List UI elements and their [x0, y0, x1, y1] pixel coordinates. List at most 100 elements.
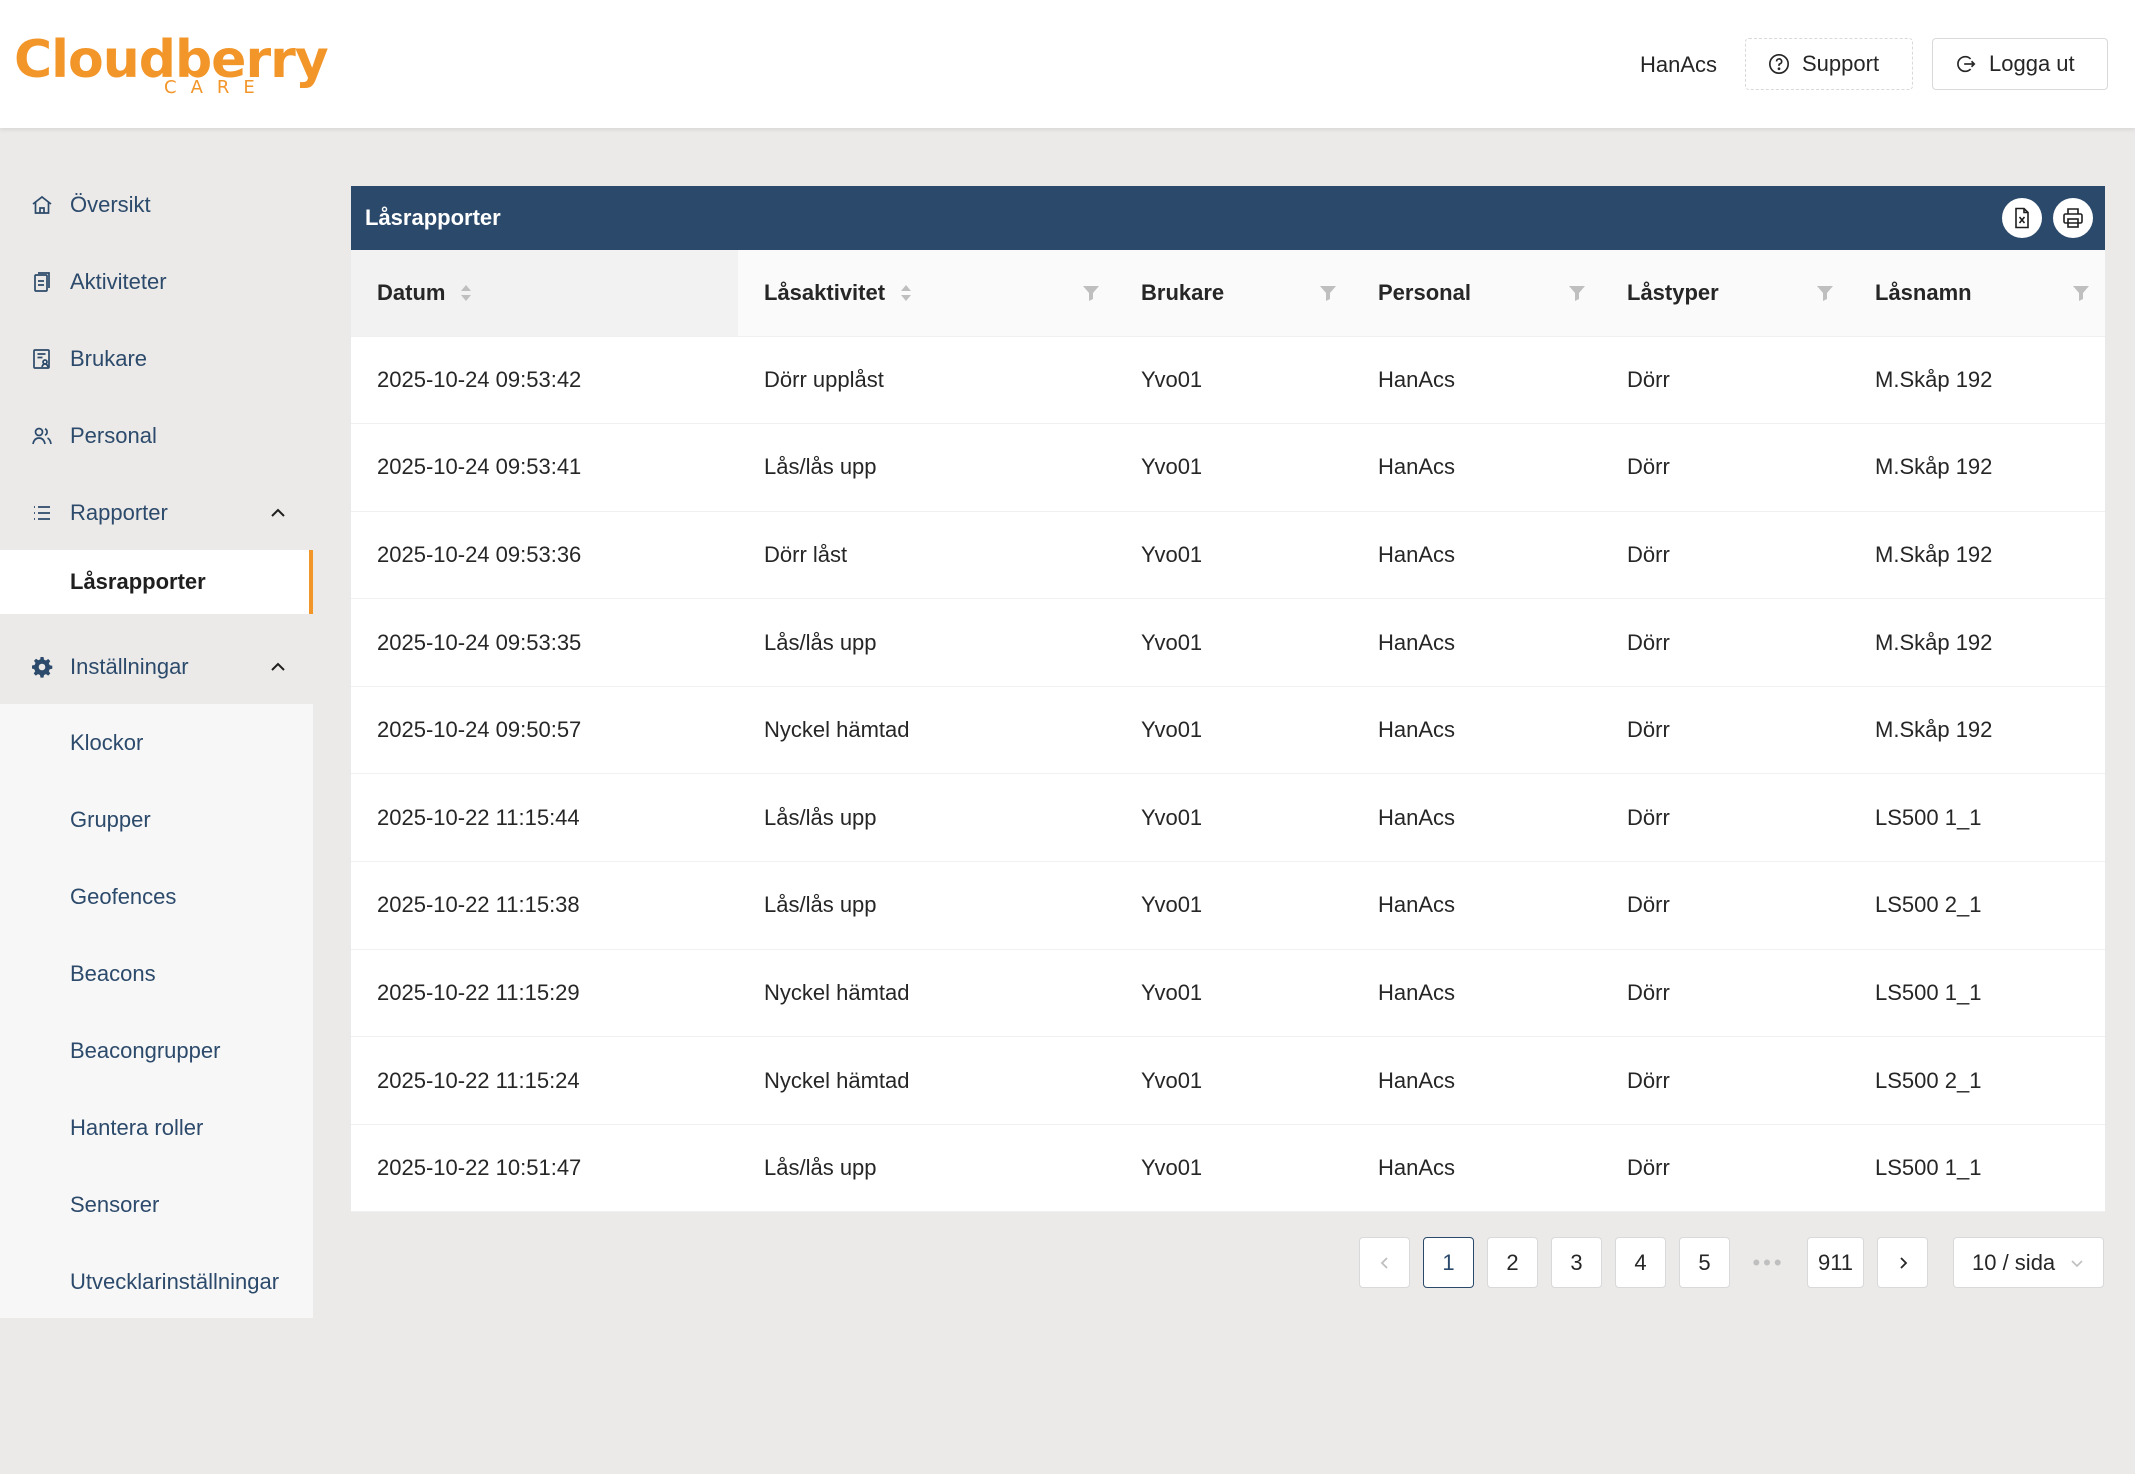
lasnamn-cell: M.Skåp 192	[1849, 686, 2105, 775]
lastyper-cell: Dörr	[1601, 861, 1849, 950]
table-row[interactable]: 2025-10-22 11:15:38 Lås/lås upp Yvo01 HanAc…	[351, 861, 2105, 950]
brukare-cell: Yvo01	[1115, 861, 1352, 950]
datum-cell: 2025-10-22 10:51:47	[351, 1124, 738, 1213]
column-header-personal[interactable]: Personal	[1352, 250, 1601, 337]
sidebar-item-oversikt[interactable]: Översikt	[0, 173, 313, 237]
personal-cell: HanAcs	[1352, 1036, 1601, 1125]
sidebar-item-aktiviteter[interactable]: Aktiviteter	[0, 250, 313, 314]
lasnamn-cell: LS500 2_1	[1849, 861, 2105, 950]
sidebar-item-label: Inställningar	[70, 654, 189, 679]
sidebar-item-label: Personal	[70, 423, 157, 448]
table-row[interactable]: 2025-10-24 09:53:42 Dörr upplåst Yvo01 HanA…	[351, 336, 2105, 425]
sidebar-item-sensorer[interactable]: Sensorer	[0, 1173, 313, 1237]
sidebar-item-label: Aktiviteter	[70, 269, 167, 294]
cloudberry-logo[interactable]: Cloudberry CARE	[14, 30, 329, 100]
lasnamn-cell: LS500 1_1	[1849, 949, 2105, 1038]
sidebar-item-geofences[interactable]: Geofences	[0, 865, 313, 929]
sidebar-item-klockor[interactable]: Klockor	[0, 711, 313, 775]
sidebar-item-label: Rapporter	[70, 500, 168, 525]
page-5-button[interactable]: 5	[1679, 1237, 1730, 1288]
sidebar-subitem-label: Klockor	[70, 730, 144, 755]
filter-icon[interactable]	[1081, 283, 1101, 303]
page-size-select[interactable]: 10 / sida	[1953, 1237, 2104, 1288]
column-header-lasnamn[interactable]: Låsnamn	[1849, 250, 2105, 337]
logout-button[interactable]: Logga ut	[1932, 38, 2108, 90]
sort-icon[interactable]	[899, 282, 913, 304]
table-row[interactable]: 2025-10-24 09:50:57 Nyckel hämtad Yvo01 Han…	[351, 686, 2105, 775]
datum-cell: 2025-10-22 11:15:44	[351, 773, 738, 863]
filter-icon[interactable]	[1318, 283, 1338, 303]
brukare-cell: Yvo01	[1115, 423, 1352, 512]
table-row[interactable]: 2025-10-24 09:53:36 Dörr låst Yvo01 HanAcs D…	[351, 511, 2105, 600]
last-page-button[interactable]: 911	[1807, 1237, 1864, 1288]
page-size-value: 10 / sida	[1972, 1249, 2056, 1275]
datum-cell: 2025-10-24 09:53:35	[351, 598, 738, 687]
datum-cell: 2025-10-24 09:50:57	[351, 686, 738, 775]
datum-cell: 2025-10-22 11:15:29	[351, 949, 738, 1038]
personal-cell: HanAcs	[1352, 511, 1601, 600]
home-icon	[32, 195, 52, 214]
page-3-button[interactable]: 3	[1551, 1237, 1602, 1288]
lasaktivitet-cell: Lås/lås upp	[738, 598, 1115, 687]
sidebar-item-personal[interactable]: Personal	[0, 404, 313, 468]
personal-cell: HanAcs	[1352, 861, 1601, 950]
sidebar-item-lasrapporter[interactable]: Låsrapporter	[0, 550, 313, 614]
column-header-lastyper[interactable]: Låstyper	[1601, 250, 1849, 337]
lock-reports-panel: Låsrapporter Datum Låsaktivitet Brukare …	[351, 186, 2105, 1213]
user-card-icon	[33, 349, 50, 369]
lasnamn-cell: M.Skåp 192	[1849, 511, 2105, 600]
lastyper-cell: Dörr	[1601, 336, 1849, 425]
chevron-up-icon[interactable]	[268, 503, 288, 523]
table-row[interactable]: 2025-10-24 09:53:35 Lås/lås upp Yvo01 HanAc…	[351, 598, 2105, 687]
support-button[interactable]: Support	[1745, 38, 1913, 90]
table-row[interactable]: 2025-10-22 11:15:44 Lås/lås upp Yvo01 HanAc…	[351, 773, 2105, 863]
table-row[interactable]: 2025-10-24 09:53:41 Lås/lås upp Yvo01 HanAc…	[351, 423, 2105, 512]
printer-icon	[2063, 208, 2083, 228]
sidebar-subitem-label: Sensorer	[70, 1192, 160, 1217]
support-label: Support	[1802, 51, 1880, 76]
brukare-cell: Yvo01	[1115, 1124, 1352, 1213]
column-label: Personal	[1378, 279, 1471, 305]
filter-icon[interactable]	[1815, 283, 1835, 303]
lasaktivitet-cell: Nyckel hämtad	[738, 686, 1115, 775]
sidebar-item-grupper[interactable]: Grupper	[0, 788, 313, 852]
column-label: Låsnamn	[1875, 279, 1972, 305]
previous-page-button[interactable]	[1359, 1237, 1410, 1288]
sidebar-item-label: Brukare	[70, 346, 148, 371]
filter-icon[interactable]	[1567, 283, 1587, 303]
table-row[interactable]: 2025-10-22 11:15:24 Nyckel hämtad Yvo01 Han…	[351, 1036, 2105, 1125]
personal-cell: HanAcs	[1352, 423, 1601, 512]
page-4-button[interactable]: 4	[1615, 1237, 1666, 1288]
personal-cell: HanAcs	[1352, 773, 1601, 863]
pagination: 1 2 3 4 5 ••• 911 10 / sida	[0, 1237, 2135, 1289]
column-label: Brukare	[1141, 279, 1225, 305]
chevron-up-icon[interactable]	[268, 657, 288, 677]
column-header-datum[interactable]: Datum	[351, 250, 738, 337]
sidebar-item-installningar[interactable]: Inställningar	[0, 635, 313, 699]
next-page-button[interactable]	[1877, 1237, 1928, 1288]
sidebar-item-brukare[interactable]: Brukare	[0, 327, 313, 391]
table-row[interactable]: 2025-10-22 11:15:29 Nyckel hämtad Yvo01 Han…	[351, 949, 2105, 1038]
sidebar-item-rapporter[interactable]: Rapporter	[0, 481, 313, 545]
filter-icon[interactable]	[2071, 283, 2091, 303]
print-button[interactable]	[2053, 198, 2093, 238]
brukare-cell: Yvo01	[1115, 1036, 1352, 1125]
sidebar-item-beacongrupper[interactable]: Beacongrupper	[0, 1019, 313, 1083]
page-1-button[interactable]: 1	[1423, 1237, 1474, 1288]
brukare-cell: Yvo01	[1115, 511, 1352, 600]
lasaktivitet-cell: Lås/lås upp	[738, 861, 1115, 950]
column-header-lasaktivitet[interactable]: Låsaktivitet	[738, 250, 1115, 337]
list-icon	[34, 506, 50, 520]
sort-icon[interactable]	[459, 282, 473, 304]
sidebar-item-hantera-roller[interactable]: Hantera roller	[0, 1096, 313, 1160]
export-excel-button[interactable]	[2002, 198, 2042, 238]
brukare-cell: Yvo01	[1115, 686, 1352, 775]
personal-cell: HanAcs	[1352, 686, 1601, 775]
table-row[interactable]: 2025-10-22 10:51:47 Lås/lås upp Yvo01 HanAc…	[351, 1124, 2105, 1213]
column-header-brukare[interactable]: Brukare	[1115, 250, 1352, 337]
page-2-button[interactable]: 2	[1487, 1237, 1538, 1288]
jump-next-button[interactable]: •••	[1743, 1237, 1794, 1288]
sidebar-item-beacons[interactable]: Beacons	[0, 942, 313, 1006]
logout-icon	[1957, 55, 1976, 73]
column-label: Låstyper	[1627, 279, 1719, 305]
